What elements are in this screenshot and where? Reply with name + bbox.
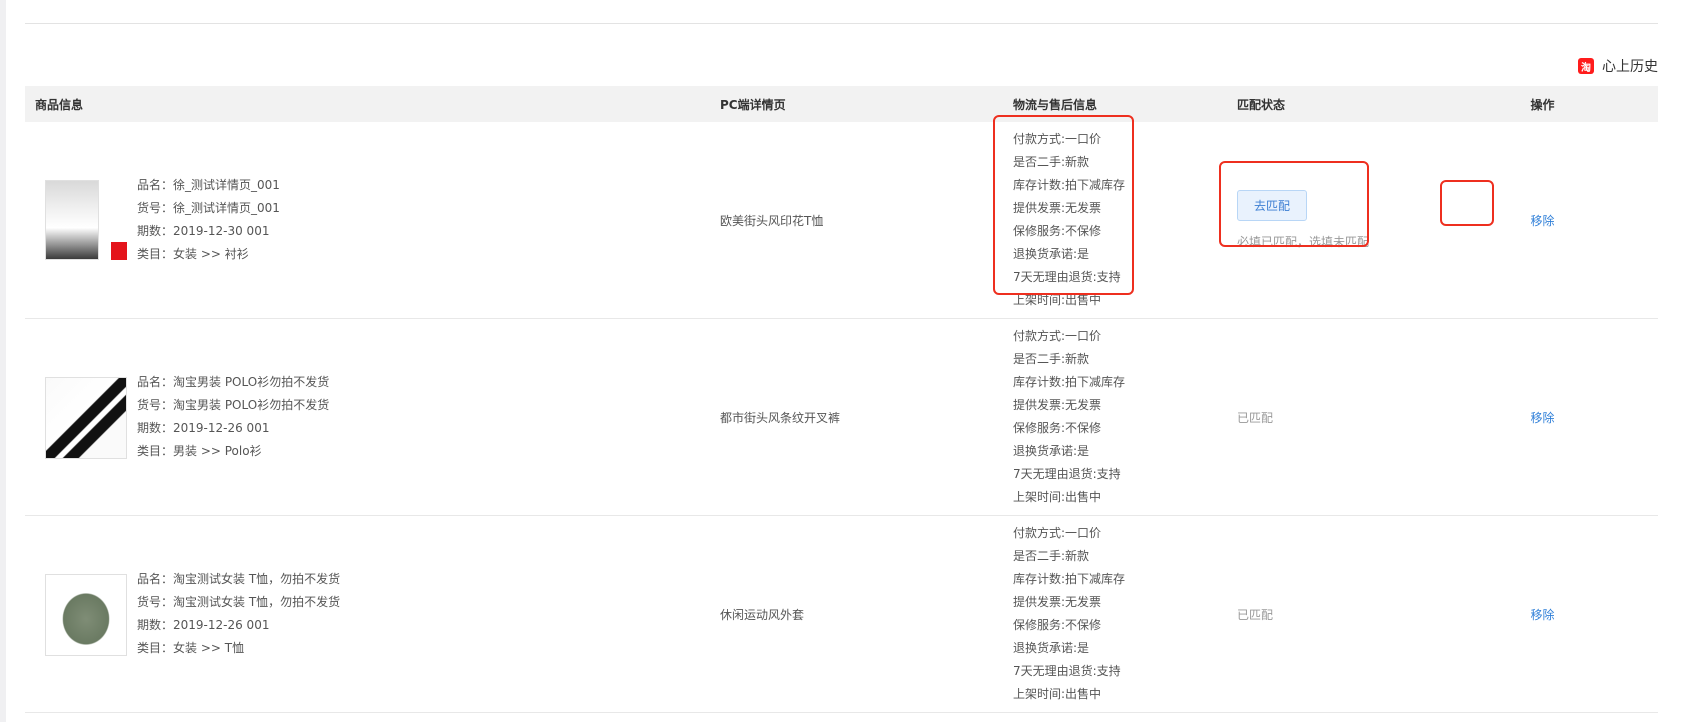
match-status-matched: 已匹配 [1237,410,1274,425]
product-image[interactable] [45,377,127,459]
match-status-cell: 已匹配 [1227,515,1427,713]
remove-button[interactable]: 移除 [1530,411,1554,425]
taobao-logo-icon: 淘 [1578,58,1594,74]
product-table: 商品信息 PC端详情页 物流与售后信息 匹配状态 操作 品名：徐_测试详情页_0… [25,86,1658,713]
shop-name: 心上历史 [1602,59,1658,75]
product-image[interactable] [45,180,99,260]
product-category: 类目：男装 >> Polo衫 [137,444,262,458]
match-status-cell: 去匹配 必填已匹配，选填未匹配 [1227,122,1427,319]
logistics-line: 付款方式:一口价 [1013,329,1102,343]
action-cell: 移除 [1427,318,1658,516]
content-panel: 淘 心上历史 商品信息 PC端详情页 物流与售后信息 匹配状态 操作 品名：徐_… [6,0,1687,722]
promo-tag-icon [111,242,127,260]
pc-detail-cell: 欧美街头风印花T恤 [710,122,1003,319]
header-pc-detail: PC端详情页 [710,86,1003,122]
header-goods-info: 商品信息 [25,86,710,122]
logistics-line: 库存计数:拍下减库存 [1013,178,1126,192]
goods-info-cell: 品名：淘宝男装 POLO衫勿拍不发货 货号：淘宝男装 POLO衫勿拍不发货 期数… [25,318,710,516]
logistics-line: 7天无理由退货:支持 [1013,467,1121,481]
logistics-line: 是否二手:新款 [1013,155,1090,169]
product-thumbnail[interactable] [45,377,127,459]
logistics-line: 退换货承诺:是 [1013,444,1090,458]
action-cell: 移除 [1427,122,1658,319]
product-thumbnail[interactable] [45,180,127,260]
product-category: 类目：女装 >> 衬衫 [137,247,249,261]
header-action: 操作 [1427,86,1658,122]
table-row: 品名：淘宝男装 POLO衫勿拍不发货 货号：淘宝男装 POLO衫勿拍不发货 期数… [25,318,1658,516]
product-name: 品名：淘宝测试女装 T恤，勿拍不发货 [137,572,341,586]
remove-button[interactable]: 移除 [1530,214,1554,228]
remove-button[interactable]: 移除 [1530,608,1554,622]
pc-detail-cell: 休闲运动风外套 [710,515,1003,713]
logistics-line: 退换货承诺:是 [1013,247,1090,261]
logistics-line: 提供发票:无发票 [1013,595,1102,609]
pc-detail-cell: 都市街头风条纹开叉裤 [710,318,1003,516]
logistics-cell: 付款方式:一口价 是否二手:新款库存计数:拍下减库存 提供发票:无发票 保修服务:不保… [1003,515,1227,713]
table-row: 品名：徐_测试详情页_001 货号：徐_测试详情页_001 期数：2019-12… [25,122,1658,319]
logistics-line: 提供发票:无发票 [1013,398,1102,412]
goods-info-cell: 品名：淘宝测试女装 T恤，勿拍不发货 货号：淘宝测试女装 T恤，勿拍不发货 期数… [25,515,710,713]
logistics-line: 是否二手:新款 [1013,549,1090,563]
logistics-line: 付款方式:一口价 [1013,132,1102,146]
product-name: 品名：徐_测试详情页_001 [137,178,280,192]
logistics-line: 7天无理由退货:支持 [1013,270,1121,284]
logistics-line: 7天无理由退货:支持 [1013,664,1121,678]
top-divider [25,23,1658,24]
action-cell: 移除 [1427,515,1658,713]
logistics-line: 库存计数:拍下减库存 [1013,375,1126,389]
table-header-row: 商品信息 PC端详情页 物流与售后信息 匹配状态 操作 [25,86,1658,122]
logistics-line: 保修服务:不保修 [1013,618,1102,632]
goods-info-cell: 品名：徐_测试详情页_001 货号：徐_测试详情页_001 期数：2019-12… [25,122,710,319]
logistics-line: 付款方式:一口价 [1013,526,1102,540]
shop-badge[interactable]: 淘 心上历史 [1578,56,1658,76]
product-period: 期数：2019-12-30 001 [137,224,270,238]
product-thumbnail[interactable] [45,574,127,656]
logistics-line: 上架时间:出售中 [1013,490,1102,504]
logistics-cell: 付款方式:一口价 是否二手:新款库存计数:拍下减库存 提供发票:无发票 保修服务:不保… [1003,318,1227,516]
product-code: 货号：徐_测试详情页_001 [137,201,280,215]
match-tip: 必填已匹配，选填未匹配 [1237,235,1370,249]
product-period: 期数：2019-12-26 001 [137,618,270,632]
product-code: 货号：淘宝测试女装 T恤，勿拍不发货 [137,595,341,609]
go-match-button[interactable]: 去匹配 [1237,190,1308,221]
logistics-line: 保修服务:不保修 [1013,224,1102,238]
product-category: 类目：女装 >> T恤 [137,641,245,655]
logistics-line: 是否二手:新款 [1013,352,1090,366]
header-logistics: 物流与售后信息 [1003,86,1227,122]
table-row: 品名：淘宝测试女装 T恤，勿拍不发货 货号：淘宝测试女装 T恤，勿拍不发货 期数… [25,515,1658,713]
logistics-cell: 付款方式:一口价 是否二手:新款库存计数:拍下减库存 提供发票:无发票 保修服务:不保… [1003,122,1227,319]
logistics-line: 库存计数:拍下减库存 [1013,572,1126,586]
logistics-line: 退换货承诺:是 [1013,641,1090,655]
match-status-matched: 已匹配 [1237,607,1274,622]
logistics-line: 上架时间:出售中 [1013,293,1102,307]
product-code: 货号：淘宝男装 POLO衫勿拍不发货 [137,398,330,412]
product-name: 品名：淘宝男装 POLO衫勿拍不发货 [137,375,330,389]
logistics-line: 上架时间:出售中 [1013,687,1102,701]
logistics-line: 提供发票:无发票 [1013,201,1102,215]
product-period: 期数：2019-12-26 001 [137,421,270,435]
logistics-line: 保修服务:不保修 [1013,421,1102,435]
header-match-status: 匹配状态 [1227,86,1427,122]
match-status: 去匹配 必填已匹配，选填未匹配 [1237,190,1369,250]
match-status-cell: 已匹配 [1227,318,1427,516]
product-image[interactable] [45,574,127,656]
